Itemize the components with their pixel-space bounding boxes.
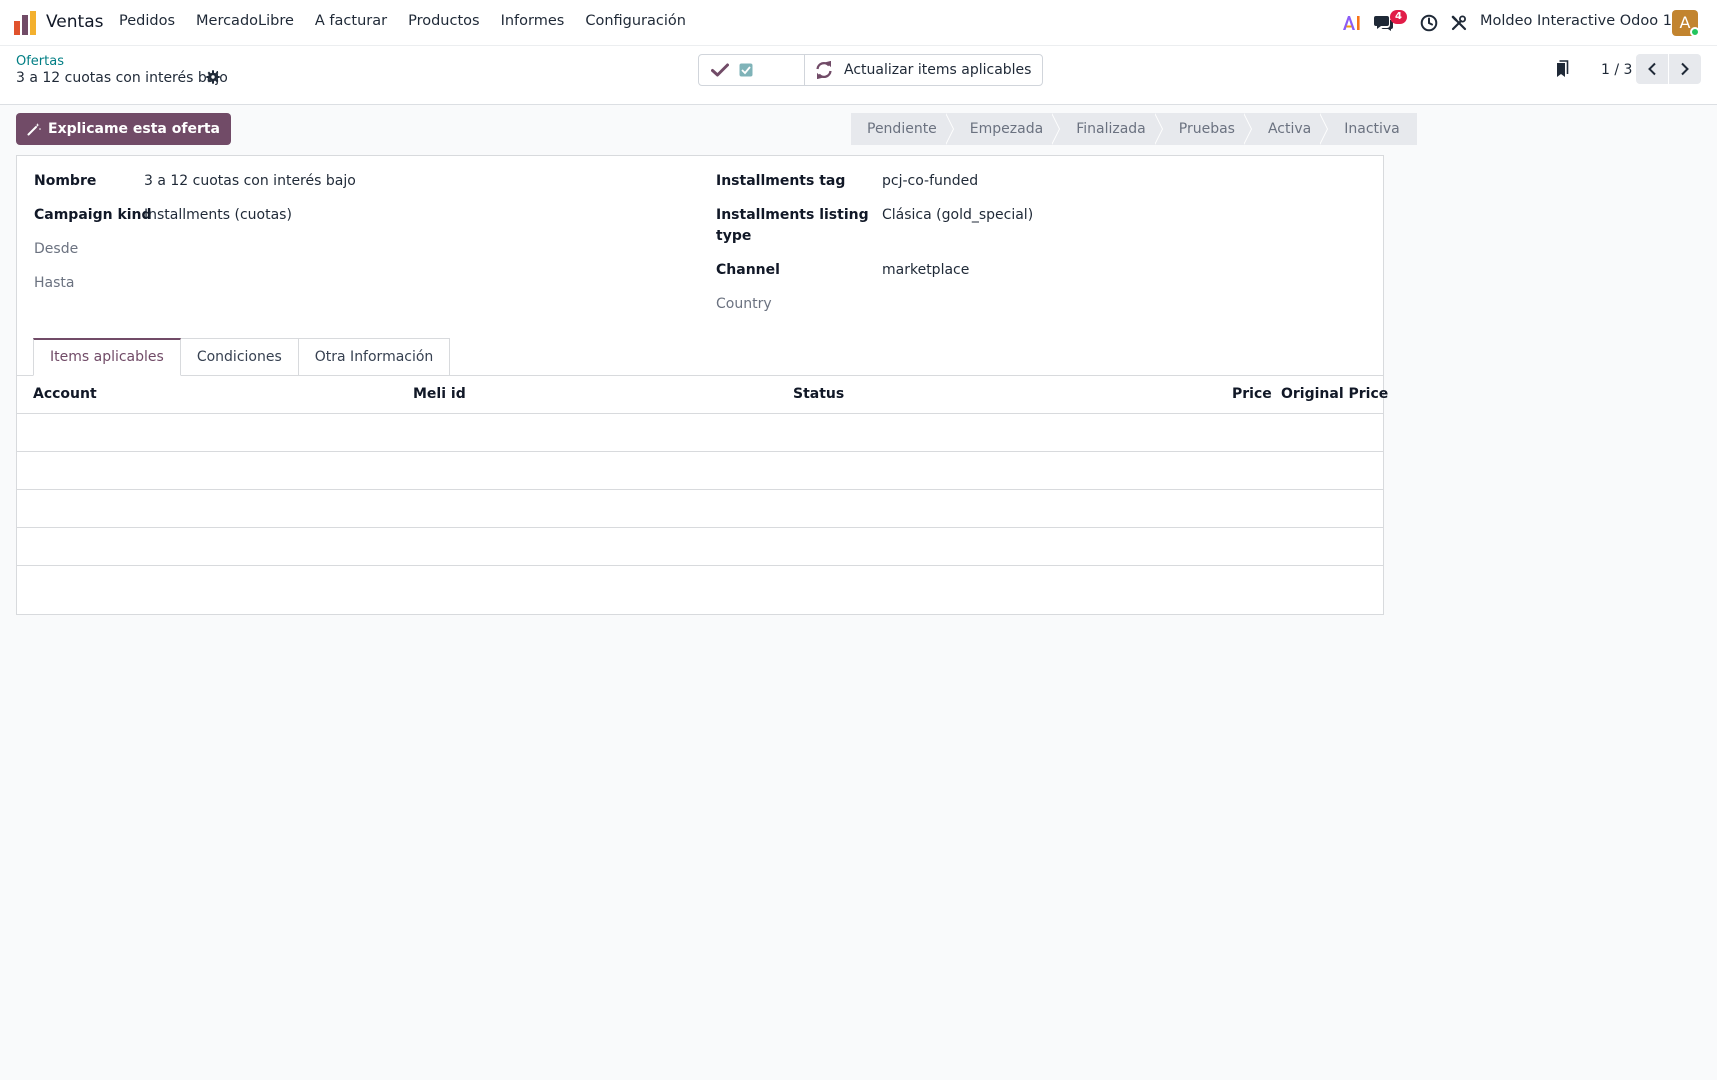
chevron-left-icon [1648,62,1656,76]
stage-label: Inactiva [1344,121,1400,137]
country-label: Country [716,296,772,312]
explain-offer-button[interactable]: Explicame esta oferta [16,113,232,145]
sales-app-icon[interactable] [14,11,38,35]
channel-label: Channel [716,262,780,278]
magic-wand-icon [27,123,41,136]
form-actions: Actualizar items aplicables [698,54,1044,86]
form-sheet: Nombre 3 a 12 cuotas con interés bajo Ca… [16,155,1388,615]
activity-clock-icon[interactable] [1418,12,1440,34]
menu-item-productos[interactable]: Productos [408,13,479,29]
stage-activa[interactable]: Activa [1242,113,1328,145]
campaign-kind-field[interactable]: Installments (cuotas) [144,205,292,226]
table-row [17,528,1383,566]
label-line: type [716,228,752,244]
column-account[interactable]: Account [33,386,97,402]
pager-value[interactable]: 1 / 3 [1601,62,1632,78]
record-title: 3 a 12 cuotas con interés bajo [16,70,228,86]
nombre-field[interactable]: 3 a 12 cuotas con interés bajo [144,171,356,192]
installments-listing-type-field[interactable]: Clásica (gold_special) [882,205,1033,226]
status-stages: Pendiente Empezada Finalizada Pruebas Ac… [851,113,1417,145]
messages-badge: 4 [1390,10,1407,24]
column-status[interactable]: Status [793,386,844,402]
control-panel: Ofertas 3 a 12 cuotas con interés bajo A… [0,46,1717,105]
tab-otra-informacion[interactable]: Otra Información [298,338,451,376]
gear-icon[interactable] [206,70,222,86]
desde-field[interactable] [144,239,544,260]
breadcrumb-ofertas[interactable]: Ofertas [16,54,64,69]
stage-label: Finalizada [1076,121,1146,137]
stage-label: Pruebas [1178,121,1235,137]
ai-icon[interactable] [1341,12,1363,34]
hasta-label: Hasta [34,275,75,291]
pager-previous-button[interactable] [1636,54,1668,84]
update-applicable-items-button[interactable]: Actualizar items aplicables [805,55,1042,85]
debug-tools-icon[interactable] [1448,12,1470,34]
menu-item-pedidos[interactable]: Pedidos [119,13,175,29]
main-menu: Pedidos MercadoLibre A facturar Producto… [119,13,707,29]
tab-items-aplicables[interactable]: Items aplicables [33,338,181,376]
menu-item-informes[interactable]: Informes [501,13,565,29]
bookmark-icon[interactable] [1555,60,1573,80]
explain-offer-label: Explicame esta oferta [48,121,221,137]
stage-pendiente[interactable]: Pendiente [851,113,954,145]
column-original-price[interactable]: Original Price [1281,386,1388,402]
check-icon [711,63,729,77]
installments-tag-field[interactable]: pcj-co-funded [882,171,978,192]
pager-next-button[interactable] [1669,54,1701,84]
table-row [17,490,1383,528]
online-status-dot [1690,27,1700,37]
stage-label: Activa [1267,121,1312,137]
stage-label: Empezada [969,121,1044,137]
top-navbar: Ventas Pedidos MercadoLibre A facturar P… [0,0,1717,46]
menu-item-a-facturar[interactable]: A facturar [315,13,387,29]
company-switcher[interactable]: Moldeo Interactive Odoo 19 [1480,13,1681,29]
app-name[interactable]: Ventas [46,12,103,32]
installments-listing-type-label: Installments listing type [716,205,869,247]
table-row [17,452,1383,490]
stage-finalizada[interactable]: Finalizada [1051,113,1163,145]
nombre-label: Nombre [34,173,97,189]
refresh-icon [816,61,832,79]
stage-empezada[interactable]: Empezada [944,113,1060,145]
label-line: Installments listing [716,207,869,223]
channel-field[interactable]: marketplace [882,260,969,281]
save-record-button[interactable] [699,55,805,85]
stage-inactiva[interactable]: Inactiva [1319,113,1417,145]
checkbox-checked-icon [739,63,753,77]
hasta-field[interactable] [144,273,544,294]
table-header: Account Meli id Status Price Original Pr… [17,376,1388,414]
column-price[interactable]: Price [1232,386,1272,402]
table-row [17,414,1383,452]
desde-label: Desde [34,241,79,257]
stage-label: Pendiente [867,121,937,137]
stage-pruebas[interactable]: Pruebas [1153,113,1252,145]
chevron-right-icon [1681,62,1689,76]
menu-item-mercadolibre[interactable]: MercadoLibre [196,13,294,29]
tab-condiciones[interactable]: Condiciones [180,338,299,376]
column-meli-id[interactable]: Meli id [413,386,466,402]
notebook-tabs: Items aplicables Condiciones Otra Inform… [33,338,451,376]
country-field[interactable] [882,294,1362,315]
installments-tag-label: Installments tag [716,173,846,189]
update-applicable-items-label: Actualizar items aplicables [844,62,1032,78]
campaign-kind-label: Campaign kind [34,207,152,223]
menu-item-configuracion[interactable]: Configuración [585,13,686,29]
